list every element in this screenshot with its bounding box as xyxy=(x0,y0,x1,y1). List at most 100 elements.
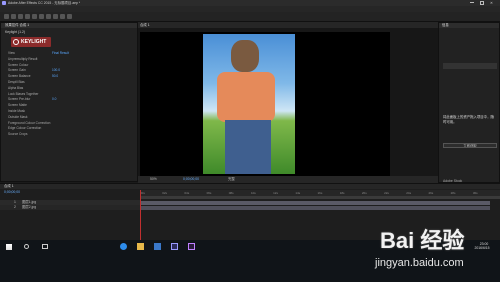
layer-name[interactable]: 图层2.jpg xyxy=(22,205,62,209)
ruler-label: 08s xyxy=(228,191,234,195)
effect-param-label: View xyxy=(8,51,15,55)
keylight-logo-icon xyxy=(13,39,19,45)
ruler-label: 18s xyxy=(339,191,345,195)
layer-row[interactable]: 2 图层2.jpg xyxy=(0,205,140,210)
effect-param-value[interactable]: Final Result xyxy=(52,51,69,55)
ruler-label: 14s xyxy=(295,191,301,195)
taskview-icon[interactable] xyxy=(42,244,48,249)
effect-param-label: Screen Balance xyxy=(8,74,31,79)
stamp-tool-icon[interactable] xyxy=(67,14,72,19)
effect-param-value[interactable]: 0.0 xyxy=(52,97,56,101)
effect-param-value[interactable]: 50.0 xyxy=(52,74,58,78)
effect-param-row[interactable]: Lock Biases Together xyxy=(4,92,134,96)
keylight-logo: KEYLIGHT xyxy=(11,37,51,47)
maximize-button[interactable] xyxy=(480,1,484,5)
effect-param-row[interactable]: Source Crops xyxy=(4,132,134,136)
ruler-label: 22s xyxy=(384,191,389,195)
viewer-timecode[interactable]: 0;00;00;00 xyxy=(183,177,213,181)
effect-param-value[interactable]: 100.0 xyxy=(52,68,60,72)
watermark-url: jingyan.baidu.com xyxy=(375,257,464,269)
effect-name[interactable]: Keylight (1.2) xyxy=(5,30,85,34)
pen-tool-icon[interactable] xyxy=(46,14,51,19)
effect-param-label: Inside Mask xyxy=(8,109,26,113)
effect-controls-tab[interactable]: 效果控件 合成 1 xyxy=(5,23,85,27)
subject-head xyxy=(231,40,259,72)
camera-tool-icon[interactable] xyxy=(39,14,44,19)
info-tab[interactable]: 信息 xyxy=(442,23,462,27)
timeline-timecode[interactable]: 0;00;00;00 xyxy=(4,190,34,194)
layer-index: 2 xyxy=(14,205,16,209)
tools-bar xyxy=(0,12,500,22)
premiere-taskbar-icon[interactable] xyxy=(188,243,195,250)
composition-viewer[interactable] xyxy=(140,32,390,176)
effect-param-row[interactable]: Despill Bias xyxy=(4,80,134,84)
effect-param-label: Screen Gain xyxy=(8,68,26,73)
work-area-bar[interactable] xyxy=(140,196,500,199)
comp-frame xyxy=(203,34,295,174)
preview-controls[interactable] xyxy=(443,63,497,69)
effect-param-row[interactable]: Inside Mask xyxy=(4,109,134,113)
timeline-comp-tab[interactable]: 合成 1 xyxy=(4,184,34,188)
ruler-label: 30s xyxy=(472,191,478,195)
store-icon[interactable] xyxy=(154,243,161,250)
effect-param-label: Alpha Bias xyxy=(8,85,24,90)
effect-param-label: Outside Mask xyxy=(8,114,28,119)
ruler-label: 04s xyxy=(184,191,190,195)
effect-param-row[interactable]: Screen Balance 50.0 xyxy=(4,74,134,78)
subject-jeans xyxy=(225,120,271,174)
ruler-label: 12s xyxy=(273,191,278,195)
ae-taskbar-icon[interactable] xyxy=(171,243,178,250)
home-tool-icon[interactable] xyxy=(4,14,9,19)
effect-param-row[interactable]: View Final Result xyxy=(4,51,134,55)
watermark-logo: Bai 经验 xyxy=(380,228,465,253)
effect-param-row[interactable]: Screen Gain 100.0 xyxy=(4,68,134,72)
keylight-logo-text: KEYLIGHT xyxy=(21,39,47,45)
effect-param-row[interactable]: Alpha Bias xyxy=(4,86,134,90)
effect-param-row[interactable]: Screen Matte xyxy=(4,103,134,107)
layer-name[interactable]: 图层1.jpg xyxy=(22,200,62,204)
selection-tool-icon[interactable] xyxy=(11,14,16,19)
effect-param-row[interactable]: Unpremultiply Result xyxy=(4,57,134,61)
explorer-icon[interactable] xyxy=(137,243,144,250)
effect-controls-panel: 效果控件 合成 1 Keylight (1.2) KEYLIGHT View Fi… xyxy=(0,22,138,182)
ruler-label: 20s xyxy=(361,191,367,195)
zoom-level[interactable]: 50% xyxy=(150,177,165,181)
close-button[interactable]: ✕ xyxy=(490,1,496,5)
zoom-tool-icon[interactable] xyxy=(25,14,30,19)
effect-param-label: Source Crops xyxy=(8,132,28,137)
effect-param-row[interactable]: Foreground Colour Correction xyxy=(4,121,134,125)
effect-param-label: Despill Bias xyxy=(8,80,25,84)
ruler-label: 26s xyxy=(428,191,434,195)
layer-bar[interactable] xyxy=(140,201,490,205)
right-panel: 信息 将此面板上的资产拖入项目中，随时可用。 立即获取 Adobe Stock … xyxy=(438,22,500,191)
effect-param-label: Lock Biases Together xyxy=(8,91,39,96)
viewer-controls: 50% 0;00;00;00 完整 xyxy=(138,176,438,183)
effect-param-row[interactable]: Screen Pre-blur 0.0 xyxy=(4,97,134,101)
resolution-select[interactable]: 完整 xyxy=(228,177,243,181)
ruler-label: 16s xyxy=(317,191,323,195)
ruler-label: 28s xyxy=(450,191,456,195)
get-now-button[interactable]: 立即获取 xyxy=(443,143,497,148)
composition-tab[interactable]: 合成 1 xyxy=(140,23,180,27)
edge-icon[interactable] xyxy=(120,243,127,250)
ruler-label: 02s xyxy=(162,191,168,195)
brush-tool-icon[interactable] xyxy=(60,14,65,19)
info-text: 将此面板上的资产拖入项目中，随时可用。 xyxy=(443,115,494,124)
effect-param-row[interactable]: Edge Colour Correction xyxy=(4,126,134,130)
timeline-tab-strip xyxy=(0,184,500,189)
baidu-jingyan-watermark: Bai 经验 jingyan.baidu.com xyxy=(360,228,495,278)
hand-tool-icon[interactable] xyxy=(18,14,23,19)
start-icon[interactable] xyxy=(6,244,12,250)
playhead[interactable] xyxy=(140,190,141,241)
effect-param-row[interactable]: Screen Colour xyxy=(4,63,134,67)
search-icon[interactable] xyxy=(24,244,29,249)
minimize-button[interactable] xyxy=(470,2,474,3)
app-icon xyxy=(2,1,6,5)
rotate-tool-icon[interactable] xyxy=(32,14,37,19)
layer-bar[interactable] xyxy=(140,206,490,210)
effect-param-row[interactable]: Outside Mask xyxy=(4,115,134,119)
effect-param-label: Foreground Colour Correction xyxy=(8,120,51,125)
effect-param-label: Unpremultiply Result xyxy=(8,56,38,61)
text-tool-icon[interactable] xyxy=(53,14,58,19)
effect-param-label: Screen Pre-blur xyxy=(8,97,31,102)
